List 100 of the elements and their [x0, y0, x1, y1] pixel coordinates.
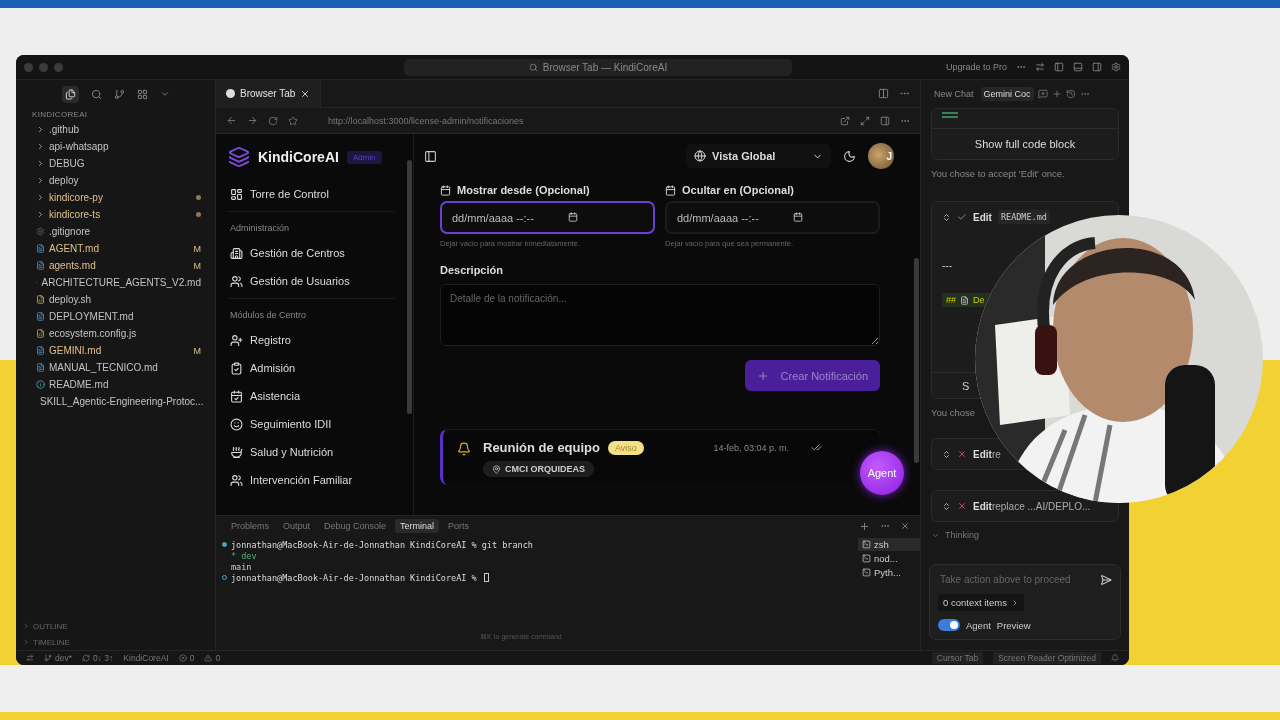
file-item[interactable]: README.md — [16, 376, 215, 393]
panel-tab[interactable]: Problems — [226, 519, 274, 533]
nav-item[interactable]: Intervención Familiar — [228, 466, 395, 494]
sidebar-toggle-icon[interactable] — [424, 149, 437, 163]
warnings-status[interactable]: 0 — [204, 653, 221, 663]
show-code-button[interactable]: Show full code block — [932, 129, 1118, 159]
command-center[interactable]: Browser Tab — KindiCoreAI — [404, 58, 792, 76]
reload-icon[interactable] — [268, 115, 278, 126]
scope-select[interactable]: Vista Global — [686, 144, 831, 168]
nav-item[interactable]: Registro — [228, 326, 395, 354]
nav-item[interactable]: Seguimiento IDII — [228, 410, 395, 438]
date-field[interactable]: dd/mm/aaaa --:-- — [440, 201, 655, 234]
plus-icon — [756, 369, 769, 382]
nav-item[interactable]: Salud y Nutrición — [228, 438, 395, 466]
panel-tab[interactable]: Debug Console — [319, 519, 392, 533]
file-item[interactable]: SKILL_Agentic-Engineering-Protoc... — [16, 393, 215, 410]
panel-tab[interactable]: Ports — [443, 519, 475, 533]
file-item[interactable]: .gitignore — [16, 223, 215, 240]
files-icon[interactable] — [61, 85, 79, 103]
notification-time: 14-feb, 03:04 p. m. — [713, 442, 789, 453]
nav-item[interactable]: Gestión de Usuarios — [228, 267, 395, 295]
star-icon[interactable] — [288, 115, 298, 126]
remote-icon[interactable] — [26, 654, 34, 662]
branch-icon[interactable] — [113, 88, 125, 100]
sync-status[interactable]: 0↓ 3↑ — [82, 653, 114, 663]
nav-item[interactable]: Admisión — [228, 354, 395, 382]
folder-item[interactable]: api-whatsapp — [16, 138, 215, 155]
settings-icon[interactable] — [1111, 62, 1121, 72]
preview-label[interactable]: Preview — [996, 619, 1031, 631]
status-item[interactable]: Screen Reader Optimized — [993, 652, 1101, 664]
agent-button[interactable]: Agent — [860, 451, 904, 495]
panel-icon[interactable] — [1073, 62, 1083, 72]
terminal-item[interactable]: nod... — [858, 552, 920, 565]
terminal-item[interactable]: Pyth... — [858, 566, 920, 579]
close-icon[interactable] — [300, 88, 311, 99]
add-icon[interactable] — [1051, 89, 1062, 99]
date-field[interactable]: dd/mm/aaaa --:-- — [665, 201, 880, 234]
chat-icon[interactable] — [1037, 89, 1048, 99]
nav-item[interactable]: Gestión de Centros — [228, 239, 395, 267]
file-item[interactable]: DEPLOYMENT.md — [16, 308, 215, 325]
description-field[interactable]: Detalle de la notificación... — [440, 284, 880, 346]
file-item[interactable]: ecosystem.config.js — [16, 325, 215, 342]
close-icon[interactable] — [900, 521, 910, 531]
folder-item[interactable]: kindicore-ts — [16, 206, 215, 223]
moon-icon[interactable] — [843, 149, 856, 163]
context-button[interactable]: 0 context items — [938, 594, 1024, 611]
add-icon[interactable] — [859, 520, 870, 532]
project-status[interactable]: KindiCoreAI — [123, 653, 169, 663]
editor-tab[interactable]: Browser Tab — [216, 79, 322, 108]
file-item[interactable]: deploy.sh — [16, 291, 215, 308]
panel-tab[interactable]: Output — [278, 519, 316, 533]
bowl-icon — [230, 445, 243, 459]
expand-icon[interactable] — [942, 212, 951, 222]
errors-status[interactable]: 0 — [178, 653, 195, 663]
chat-tab[interactable]: New Chat — [931, 87, 977, 101]
swap-icon[interactable] — [1035, 62, 1045, 72]
expand-icon[interactable] — [860, 115, 870, 126]
chat-tab[interactable]: Gemini Coc — [980, 87, 1034, 101]
forward-icon[interactable] — [247, 115, 258, 126]
external-link-icon[interactable] — [840, 115, 850, 126]
history-icon[interactable] — [1065, 89, 1076, 99]
file-item[interactable]: ARCHITECTURE_AGENTS_V2.md — [16, 274, 215, 291]
url-field[interactable]: http://localhost:3000/license-admin/notificaciones — [328, 115, 524, 126]
file-item[interactable]: AGENT.md M — [16, 240, 215, 257]
chat-input[interactable]: Take action above to proceed — [938, 573, 1094, 586]
nav-item[interactable]: Asistencia — [228, 382, 395, 410]
upgrade-link[interactable]: Upgrade to Pro — [945, 62, 1007, 72]
back-icon[interactable] — [226, 115, 237, 126]
send-icon[interactable] — [1100, 573, 1112, 586]
agent-toggle[interactable] — [938, 619, 960, 631]
branch-status[interactable]: dev* — [44, 653, 72, 663]
split-icon[interactable] — [878, 88, 889, 99]
status-item[interactable]: Cursor Tab — [931, 652, 984, 664]
panel-icon[interactable] — [880, 115, 890, 126]
close-icon — [957, 501, 967, 511]
search-icon[interactable] — [90, 88, 102, 100]
file-item[interactable]: agents.md M — [16, 257, 215, 274]
panel-icon[interactable] — [1092, 62, 1102, 72]
thinking-label[interactable]: Thinking — [931, 530, 1119, 540]
avatar[interactable]: J — [868, 143, 894, 169]
folder-item[interactable]: .github — [16, 121, 215, 138]
panel-icon[interactable] — [1054, 62, 1064, 72]
bell-icon[interactable] — [1111, 654, 1119, 662]
panel-tab[interactable]: Terminal — [395, 519, 440, 533]
file-item[interactable]: MANUAL_TECNICO.md — [16, 359, 215, 376]
folder-item[interactable]: deploy — [16, 172, 215, 189]
chevron-down-icon[interactable] — [159, 89, 170, 99]
info-icon — [36, 380, 45, 389]
folder-item[interactable]: kindicore-py — [16, 189, 215, 206]
calendar-icon[interactable] — [568, 212, 578, 222]
expand-icon[interactable] — [942, 501, 951, 511]
calendar-icon — [440, 184, 451, 196]
terminal-item[interactable]: zsh — [858, 538, 920, 551]
nav-item[interactable]: Torre de Control — [228, 180, 395, 208]
calendar-icon[interactable] — [793, 212, 803, 222]
grid-icon[interactable] — [136, 88, 148, 100]
show-code-button[interactable]: S — [960, 379, 972, 392]
expand-icon[interactable] — [942, 449, 951, 459]
folder-item[interactable]: DEBUG — [16, 155, 215, 172]
file-item[interactable]: GEMINI.md M — [16, 342, 215, 359]
